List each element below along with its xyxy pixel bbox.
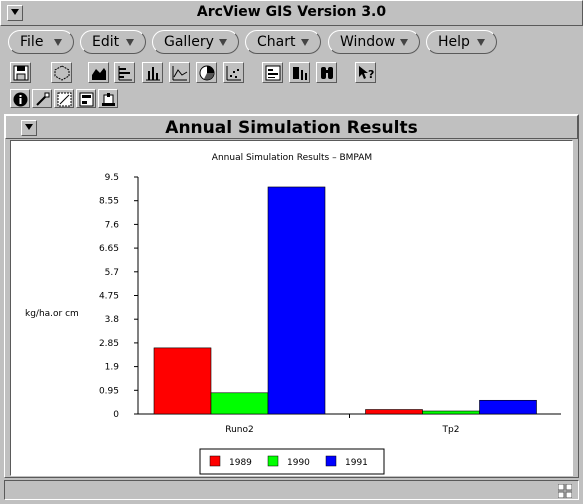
chevron-down-icon <box>477 39 485 46</box>
title-tool[interactable] <box>76 89 96 108</box>
series-from-records-button[interactable] <box>289 62 310 83</box>
svg-text:?: ? <box>368 68 374 81</box>
menu-edit[interactable]: Edit <box>80 30 146 54</box>
status-bar <box>4 480 579 500</box>
x-category-label: Runo2 <box>225 425 254 435</box>
area-chart-icon <box>92 68 106 80</box>
y-tick-label: 5.7 <box>105 268 119 278</box>
column-chart-icon <box>146 67 160 81</box>
menu-file-label: File <box>20 34 44 50</box>
chevron-down-icon <box>301 39 309 46</box>
y-tick-label: 2.85 <box>99 339 119 349</box>
menu-help[interactable]: Help <box>426 30 497 54</box>
y-tick-label: 0 <box>113 410 119 420</box>
erase-icon <box>36 92 50 106</box>
y-axis-label: kg/ha.or cm <box>25 309 79 319</box>
legend-swatch-1991 <box>325 455 337 467</box>
menu-chart-label: Chart <box>257 34 296 50</box>
area-chart-button[interactable] <box>88 62 109 83</box>
axis-tool[interactable] <box>98 89 118 108</box>
bar-1991-Runo2 <box>267 186 326 415</box>
document-title: Annual Simulation Results <box>165 118 418 138</box>
title-icon <box>79 92 94 107</box>
save-button[interactable] <box>10 62 31 83</box>
find-icon <box>321 67 333 79</box>
y-tick-label: 1.9 <box>105 363 120 373</box>
legend-label-1991: 1991 <box>345 458 368 468</box>
app-title-bar: ArcView GIS Version 3.0 <box>0 0 583 26</box>
legend-swatch-1990 <box>267 455 279 467</box>
marker-icon <box>57 92 72 107</box>
x-category-label: Tp2 <box>442 425 460 435</box>
scatter-chart-icon <box>226 66 241 81</box>
menu-window-label: Window <box>340 34 396 50</box>
chart-element-properties-button[interactable] <box>262 62 283 83</box>
find-button[interactable] <box>316 62 337 83</box>
resize-grip-icon[interactable] <box>557 483 573 499</box>
menu-gallery-label: Gallery <box>164 34 214 50</box>
series-from-records-icon <box>293 67 307 80</box>
pie-chart-icon <box>199 65 215 81</box>
legend-label-1989: 1989 <box>229 458 252 468</box>
y-tick-label: 4.75 <box>99 292 119 302</box>
properties-icon <box>54 65 70 81</box>
axis-icon <box>102 93 115 106</box>
bar-chart: Annual Simulation Results – BMPAM kg/ha.o… <box>25 153 561 475</box>
chevron-down-icon <box>126 39 134 46</box>
y-tick-label: 9.5 <box>105 173 119 183</box>
bar-chart-horizontal-icon <box>118 66 132 81</box>
bar-1991-Tp2 <box>479 399 537 415</box>
menu-edit-label: Edit <box>92 34 120 50</box>
save-icon <box>13 65 29 81</box>
pie-chart-button[interactable] <box>196 62 217 83</box>
document-title-bar: Annual Simulation Results <box>5 115 578 139</box>
line-chart-button[interactable] <box>169 62 190 83</box>
chart-title: Annual Simulation Results – BMPAM <box>212 153 372 163</box>
legend-label-1990: 1990 <box>287 458 310 468</box>
chevron-down-icon <box>219 39 227 46</box>
properties-button[interactable] <box>51 62 72 83</box>
y-tick-label: 0.95 <box>99 386 119 396</box>
app-title: ArcView GIS Version 3.0 <box>196 4 387 20</box>
chevron-down-icon <box>54 39 62 46</box>
y-tick-label: 8.55 <box>99 197 119 207</box>
chart-element-properties-icon <box>265 65 281 81</box>
erase-tool[interactable] <box>32 89 52 108</box>
bar-chart-horizontal-button[interactable] <box>114 62 135 83</box>
y-tick-label: 7.6 <box>105 220 120 230</box>
menu-gallery[interactable]: Gallery <box>152 30 239 54</box>
y-tick-label: 6.65 <box>99 244 119 254</box>
column-chart-button[interactable] <box>142 62 163 83</box>
bar-1990-Runo2 <box>210 392 269 415</box>
legend-swatch-1989 <box>209 455 221 467</box>
chevron-down-icon <box>400 39 408 46</box>
scatter-chart-button[interactable] <box>223 62 244 83</box>
menu-chart[interactable]: Chart <box>245 30 321 54</box>
menu-help-label: Help <box>438 34 470 50</box>
y-tick-label: 3.8 <box>105 315 120 325</box>
line-chart-icon <box>172 66 188 81</box>
menu-window[interactable]: Window <box>328 30 420 54</box>
help-icon: ? <box>359 66 374 81</box>
marker-tool[interactable] <box>54 89 74 108</box>
bar-1990-Tp2 <box>422 410 480 415</box>
chart-area: Annual Simulation Results – BMPAM kg/ha.o… <box>10 140 573 476</box>
identify-icon <box>13 92 28 107</box>
bar-1989-Tp2 <box>365 409 423 415</box>
menu-file[interactable]: File <box>8 30 74 54</box>
help-button[interactable]: ? <box>355 62 376 83</box>
identify-tool[interactable] <box>10 89 30 108</box>
bar-1989-Runo2 <box>153 347 212 415</box>
